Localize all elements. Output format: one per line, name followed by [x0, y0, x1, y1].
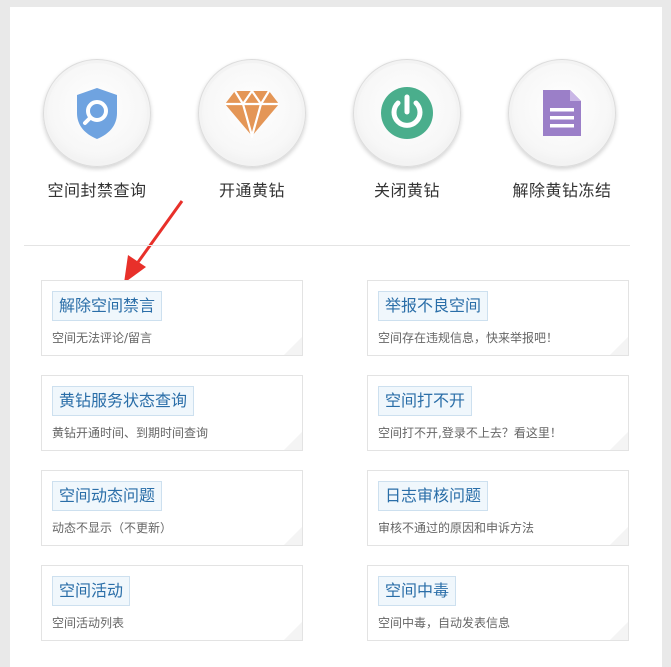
- help-card[interactable]: 日志审核问题 审核不通过的原因和申诉方法: [367, 470, 629, 546]
- close-diamond-circle[interactable]: [353, 59, 461, 167]
- card-description: 审核不通过的原因和申诉方法: [378, 521, 535, 535]
- diamond-icon: [225, 89, 279, 138]
- quick-action-unfreeze-yellow-diamond[interactable]: 解除黄钻冻结: [487, 59, 637, 201]
- card-description: 动态不显示（不更新）: [52, 521, 173, 535]
- card-description: 黄钻开通时间、到期时间查询: [52, 426, 209, 440]
- card-title-link[interactable]: 解除空间禁言: [52, 291, 163, 321]
- page-curl-icon: [610, 527, 628, 545]
- help-card[interactable]: 举报不良空间 空间存在违规信息，快来举报吧！: [367, 280, 629, 356]
- quick-action-open-yellow-diamond[interactable]: 开通黄钻: [177, 59, 327, 201]
- ban-query-circle[interactable]: [43, 59, 151, 167]
- card-description: 空间打不开,登录不上去？看这里！: [378, 426, 562, 440]
- open-diamond-circle[interactable]: [198, 59, 306, 167]
- page-curl-icon: [284, 337, 302, 355]
- card-title-link[interactable]: 空间活动: [52, 576, 131, 606]
- help-card[interactable]: 黄钻服务状态查询 黄钻开通时间、到期时间查询: [41, 375, 303, 451]
- document-icon: [543, 90, 581, 136]
- red-arrow-annotation: [124, 200, 184, 283]
- page-curl-icon: [610, 432, 628, 450]
- quick-action-ban-query[interactable]: 空间封禁查询: [22, 59, 172, 201]
- quick-action-close-yellow-diamond[interactable]: 关闭黄钻: [332, 59, 482, 201]
- card-title-link[interactable]: 空间中毒: [378, 576, 457, 606]
- help-card[interactable]: 空间打不开 空间打不开,登录不上去？看这里！: [367, 375, 629, 451]
- card-description: 空间存在违规信息，快来举报吧！: [378, 331, 559, 345]
- help-card[interactable]: 空间活动 空间活动列表: [41, 565, 303, 641]
- quick-action-label[interactable]: 开通黄钻: [177, 177, 327, 201]
- page-curl-icon: [610, 337, 628, 355]
- quick-action-label[interactable]: 关闭黄钻: [332, 177, 482, 201]
- card-description: 空间无法评论/留言: [52, 331, 153, 345]
- section-divider: [24, 245, 630, 246]
- quick-action-label[interactable]: 解除黄钻冻结: [487, 177, 637, 201]
- help-card[interactable]: 空间动态问题 动态不显示（不更新）: [41, 470, 303, 546]
- page-curl-icon: [284, 622, 302, 640]
- card-title-link[interactable]: 空间动态问题: [52, 481, 163, 511]
- page-curl-icon: [284, 527, 302, 545]
- card-title-link[interactable]: 空间打不开: [378, 386, 473, 416]
- card-title-link[interactable]: 黄钻服务状态查询: [52, 386, 195, 416]
- shield-search-icon: [77, 88, 117, 139]
- unfreeze-circle[interactable]: [508, 59, 616, 167]
- help-card[interactable]: 解除空间禁言 空间无法评论/留言: [41, 280, 303, 356]
- page-curl-icon: [284, 432, 302, 450]
- card-description: 空间活动列表: [52, 616, 125, 630]
- card-title-link[interactable]: 日志审核问题: [378, 481, 489, 511]
- power-icon: [381, 87, 433, 139]
- card-description: 空间中毒，自动发表信息: [378, 616, 511, 630]
- page-curl-icon: [610, 622, 628, 640]
- card-title-link[interactable]: 举报不良空间: [378, 291, 489, 321]
- help-card[interactable]: 空间中毒 空间中毒，自动发表信息: [367, 565, 629, 641]
